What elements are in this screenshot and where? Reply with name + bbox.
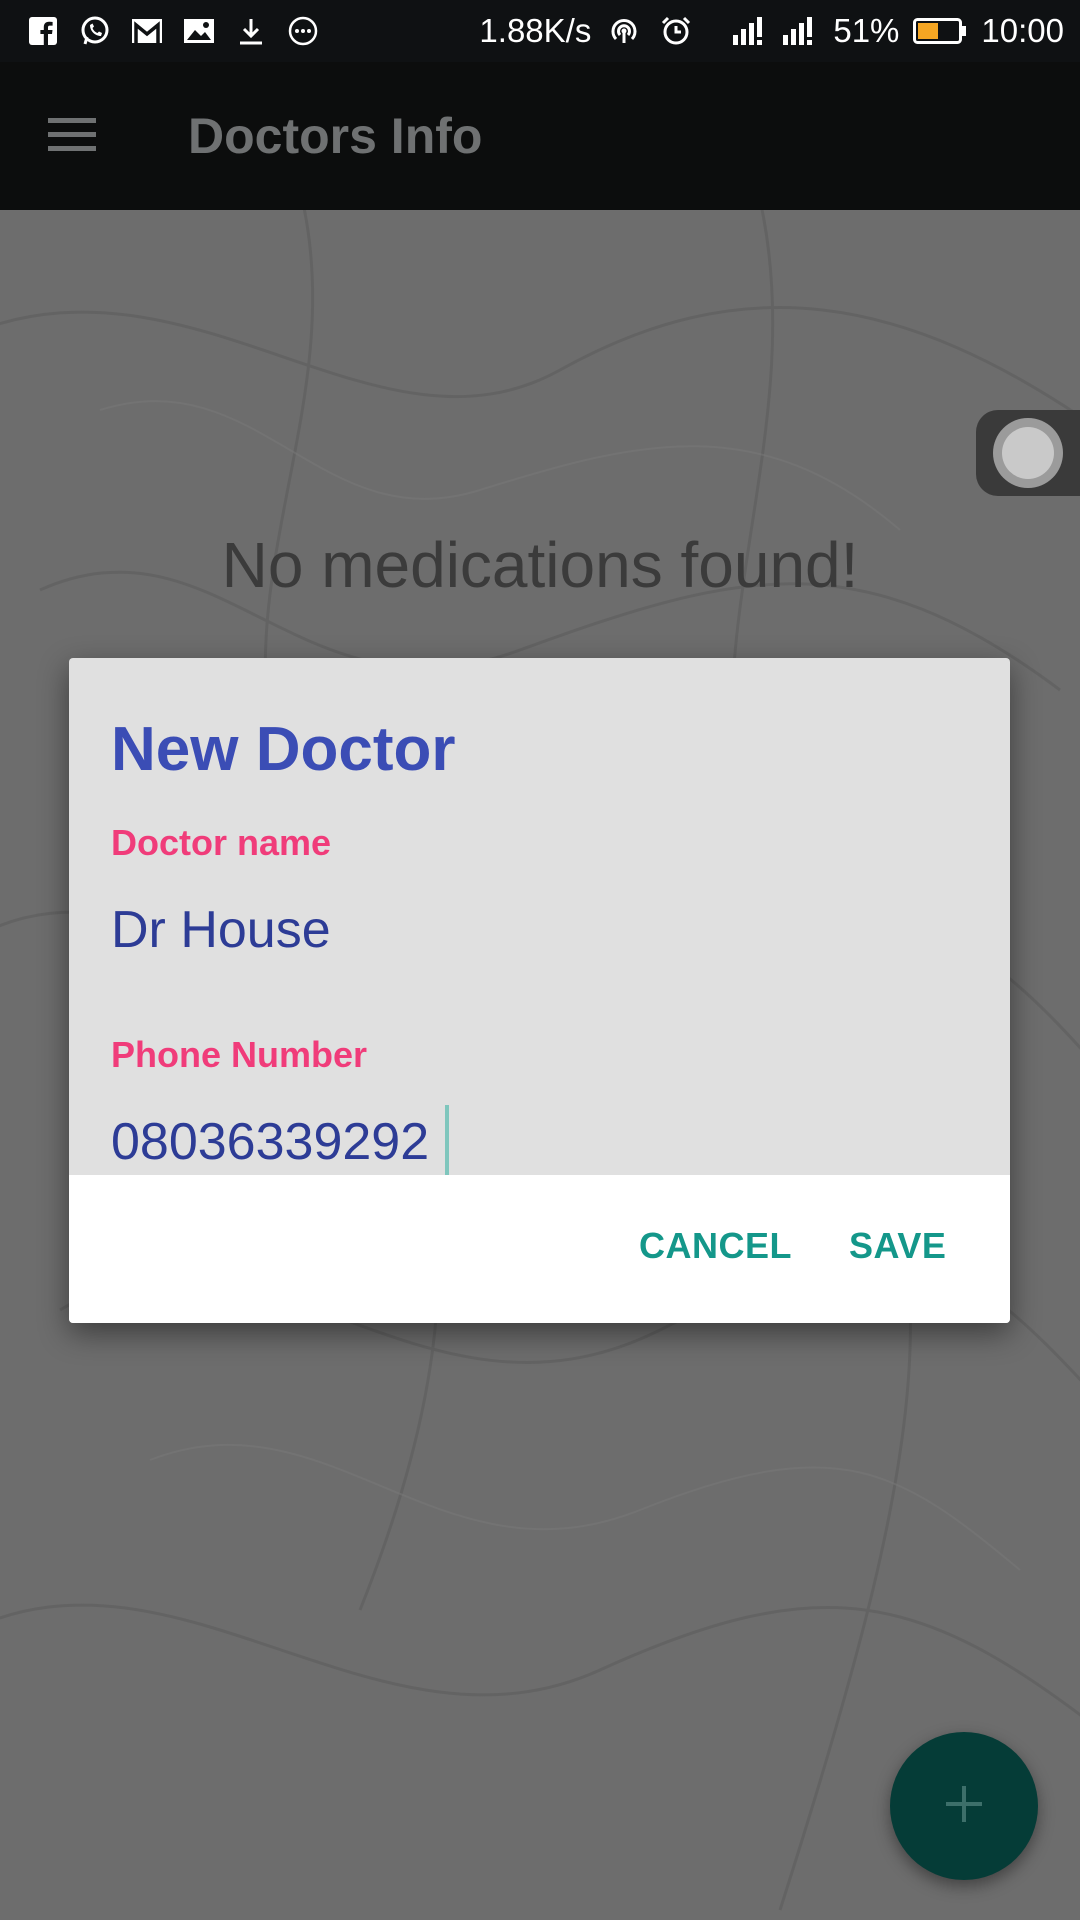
dialog-title: New Doctor xyxy=(111,715,456,784)
cancel-button[interactable]: CANCEL xyxy=(639,1225,792,1267)
float-ball-ring xyxy=(993,418,1063,488)
status-left-icons xyxy=(24,12,322,50)
status-bar: 1.88K/s 51% 10:00 xyxy=(0,0,1080,62)
app-bar: Doctors Info xyxy=(0,62,1080,210)
dialog-actions: CANCEL SAVE xyxy=(69,1175,1010,1323)
signal-icon xyxy=(779,12,819,50)
download-icon xyxy=(232,12,270,50)
more-dots-icon xyxy=(284,12,322,50)
clock: 10:00 xyxy=(981,12,1064,49)
text-cursor xyxy=(445,1105,449,1175)
menu-button[interactable] xyxy=(42,106,102,166)
network-speed: 1.88K/s xyxy=(479,12,592,49)
float-ball-core xyxy=(1002,427,1054,479)
whatsapp-icon xyxy=(76,12,114,50)
alarm-icon xyxy=(657,12,695,50)
add-doctor-fab[interactable] xyxy=(890,1732,1038,1880)
plus-icon xyxy=(940,1780,988,1833)
screen: 1.88K/s 51% 10:00 Doctors Info No medica… xyxy=(0,0,1080,1920)
facebook-icon xyxy=(24,12,62,50)
new-doctor-dialog: New Doctor Doctor name Phone Number 0803… xyxy=(69,658,1010,1323)
battery-percent: 51% xyxy=(833,12,900,49)
doctor-name-label: Doctor name xyxy=(111,822,332,863)
gmail-icon xyxy=(128,12,166,50)
phone-number-value: 08036339292 xyxy=(111,1113,430,1171)
status-right-icons: 1.88K/s 51% 10:00 xyxy=(479,12,1064,50)
assistive-float-ball[interactable] xyxy=(976,410,1080,496)
empty-state-message: No medications found! xyxy=(221,529,859,601)
hamburger-menu-icon xyxy=(46,114,98,159)
save-button[interactable]: SAVE xyxy=(849,1225,946,1267)
doctor-name-input[interactable] xyxy=(111,900,911,960)
app-title: Doctors Info xyxy=(188,108,483,164)
phone-number-label: Phone Number xyxy=(111,1034,368,1075)
signal-h-plus-icon xyxy=(709,12,765,50)
hotspot-icon xyxy=(605,12,643,50)
phone-number-input[interactable]: 08036339292 xyxy=(111,1112,429,1172)
battery-icon xyxy=(913,12,967,50)
gallery-icon xyxy=(180,12,218,50)
